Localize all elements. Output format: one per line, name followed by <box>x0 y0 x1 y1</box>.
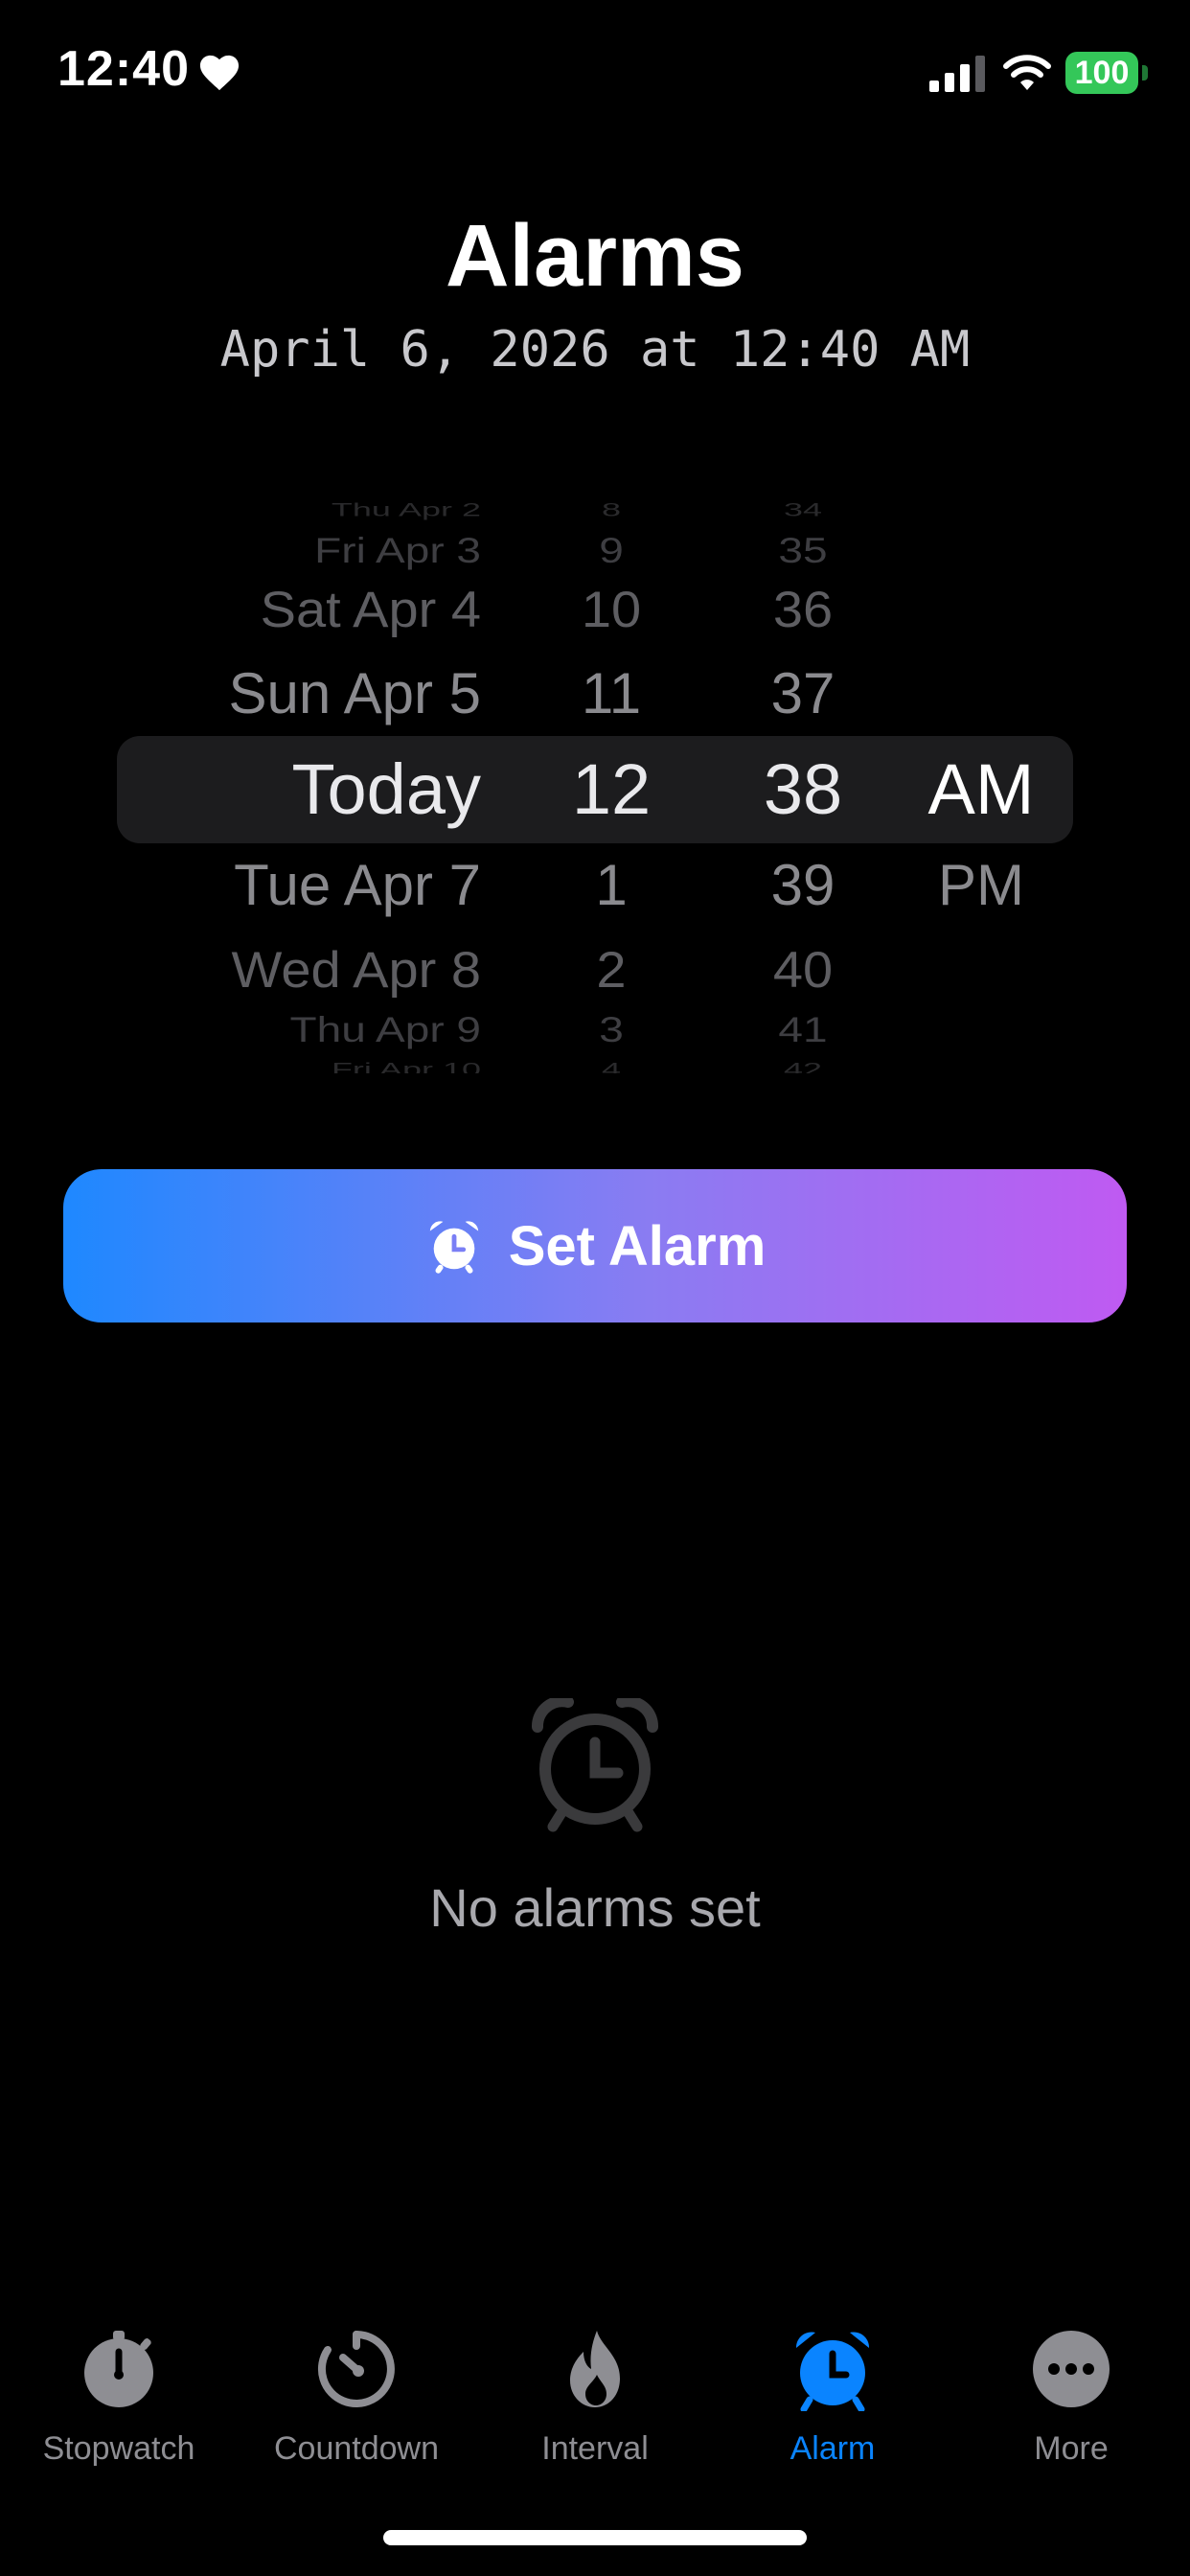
current-datetime: April 6, 2026 at 12:40 AM <box>219 321 971 379</box>
tab-label: Stopwatch <box>42 2430 195 2467</box>
picker-row[interactable]: Fri Apr 10 4 42 <box>0 1060 1190 1073</box>
picker-row[interactable]: Thu Apr 9 3 41 <box>0 1012 1190 1047</box>
picker-hour: 9 <box>599 530 624 570</box>
wifi-icon <box>1003 55 1051 90</box>
picker-minute: 42 <box>783 1058 823 1073</box>
tab-label: Interval <box>541 2430 649 2467</box>
picker-date: Fri Apr 3 <box>314 530 481 570</box>
empty-state-message: No alarms set <box>429 1877 761 1938</box>
tab-label: Alarm <box>790 2430 876 2467</box>
picker-hour: 10 <box>581 580 642 638</box>
picker-date: Tue Apr 7 <box>234 853 481 917</box>
picker-hour: 11 <box>581 661 642 725</box>
tab-stopwatch[interactable]: Stopwatch <box>0 2310 238 2501</box>
picker-hour: 3 <box>599 1009 624 1049</box>
picker-date: Sat Apr 4 <box>260 580 481 638</box>
heart-icon <box>199 55 240 91</box>
picker-minute: 39 <box>770 853 835 917</box>
picker-hour: 8 <box>601 498 622 520</box>
flame-icon <box>570 2331 620 2407</box>
picker-hour: 4 <box>601 1058 622 1073</box>
picker-date: Sun Apr 5 <box>228 661 481 725</box>
set-alarm-label: Set Alarm <box>508 1214 767 1277</box>
picker-minute: 38 <box>763 749 843 829</box>
set-alarm-button[interactable]: Set Alarm <box>63 1169 1127 1322</box>
more-icon <box>1033 2331 1110 2407</box>
cellular-signal-icon <box>929 56 985 92</box>
picker-date: Wed Apr 8 <box>231 940 481 999</box>
tab-label: More <box>1034 2430 1109 2467</box>
picker-ampm: PM <box>938 853 1024 917</box>
picker-minute: 41 <box>778 1009 828 1049</box>
picker-row[interactable]: Today 12 38 AM <box>0 754 1190 825</box>
alarm-clock-icon <box>795 2332 870 2411</box>
picker-minute: 35 <box>778 530 828 570</box>
tab-alarm[interactable]: Alarm <box>714 2310 951 2501</box>
picker-date: Thu Apr 2 <box>331 498 481 520</box>
picker-minute: 37 <box>770 661 835 725</box>
picker-hour: 2 <box>596 940 627 999</box>
stopwatch-icon <box>84 2331 153 2407</box>
countdown-icon <box>317 2331 395 2407</box>
tab-bar: Stopwatch Countdown Interval Alarm More <box>0 2310 1190 2501</box>
picker-hour: 12 <box>571 749 652 829</box>
picker-row[interactable]: Fri Apr 3 9 35 <box>0 533 1190 568</box>
tab-interval[interactable]: Interval <box>476 2310 714 2501</box>
battery-tip <box>1142 65 1148 80</box>
alarm-clock-icon <box>532 1698 658 1832</box>
picker-row[interactable]: Sat Apr 4 10 36 <box>0 580 1190 638</box>
picker-row[interactable]: Wed Apr 8 2 40 <box>0 940 1190 999</box>
picker-row[interactable]: Thu Apr 2 8 34 <box>0 500 1190 519</box>
tab-countdown[interactable]: Countdown <box>238 2310 475 2501</box>
date-time-picker[interactable]: Thu Apr 2 8 34 Fri Apr 3 9 35 Sat Apr 4 10 36 Sun… <box>0 498 1190 1073</box>
picker-date: Thu Apr 9 <box>289 1009 481 1049</box>
picker-row[interactable]: Sun Apr 5 11 37 <box>0 665 1190 723</box>
tab-more[interactable]: More <box>952 2310 1190 2501</box>
alarm-clock-icon <box>429 1221 478 1274</box>
picker-minute: 34 <box>783 498 823 520</box>
status-bar: 12:40 100 <box>0 0 1190 144</box>
picker-date: Fri Apr 10 <box>331 1058 481 1073</box>
home-indicator <box>383 2530 807 2545</box>
tab-label: Countdown <box>273 2430 439 2467</box>
picker-hour: 1 <box>595 853 628 917</box>
picker-minute: 40 <box>772 940 834 999</box>
page-title: Alarms <box>446 207 744 305</box>
picker-minute: 36 <box>772 580 834 638</box>
battery-indicator: 100 <box>1065 52 1138 94</box>
picker-ampm: AM <box>927 749 1035 829</box>
picker-date: Today <box>291 749 481 829</box>
picker-row[interactable]: Tue Apr 7 1 39 PM <box>0 857 1190 914</box>
status-time: 12:40 <box>57 41 190 97</box>
